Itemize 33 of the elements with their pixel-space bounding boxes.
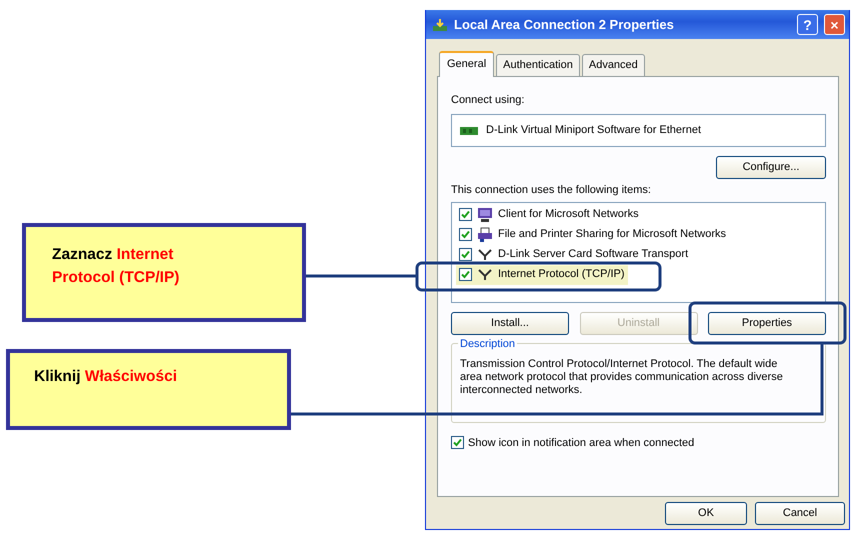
computer-icon xyxy=(477,206,493,222)
protocol-icon xyxy=(477,268,493,280)
checkbox[interactable] xyxy=(459,248,472,261)
adapter-name: D-Link Virtual Miniport Software for Ethernet xyxy=(486,123,701,138)
checkbox[interactable] xyxy=(459,268,472,281)
checkbox[interactable] xyxy=(451,436,464,450)
list-item[interactable]: Client for Microsoft Networks xyxy=(456,204,642,224)
window-title: Local Area Connection 2 Properties xyxy=(454,16,675,34)
protocol-icon xyxy=(477,248,493,260)
network-icon xyxy=(432,16,448,32)
list-item[interactable]: Internet Protocol (TCP/IP) xyxy=(456,264,628,284)
checkbox[interactable] xyxy=(459,208,472,221)
help-button[interactable]: ? xyxy=(797,14,818,35)
ok-button[interactable]: OK xyxy=(665,502,747,524)
checkbox[interactable] xyxy=(459,228,472,241)
field-label: This connection uses the following items: xyxy=(451,183,652,198)
cancel-button[interactable]: Cancel xyxy=(755,502,845,524)
printer-icon xyxy=(477,226,493,242)
callout-text: Zaznacz Internet Protocol (TCP/IP) xyxy=(52,245,180,288)
tab[interactable]: General xyxy=(439,51,494,76)
network-card-icon xyxy=(460,126,478,136)
field-label: Connect using: xyxy=(451,92,526,108)
tab[interactable]: Advanced xyxy=(582,54,645,76)
list-item[interactable]: File and Printer Sharing for Microsoft Networks xyxy=(456,224,730,244)
dialog-button[interactable]: Properties xyxy=(708,312,826,334)
close-button[interactable]: × xyxy=(824,14,845,35)
configure-button[interactable]: Configure... xyxy=(716,156,826,179)
list-item[interactable]: D-Link Server Card Software Transport xyxy=(456,244,692,264)
tab[interactable]: Authentication xyxy=(496,54,580,76)
checkbox-label: Show icon in notification area when connected xyxy=(468,436,694,450)
description-text: Transmission Control Protocol/Internet Protocol. The default wide area network protocol that provides communication across diverse interconnected networks. xyxy=(460,358,784,396)
dialog-button[interactable]: Install... xyxy=(451,312,569,334)
callout-text: Kliknij Właściwości xyxy=(34,367,178,387)
